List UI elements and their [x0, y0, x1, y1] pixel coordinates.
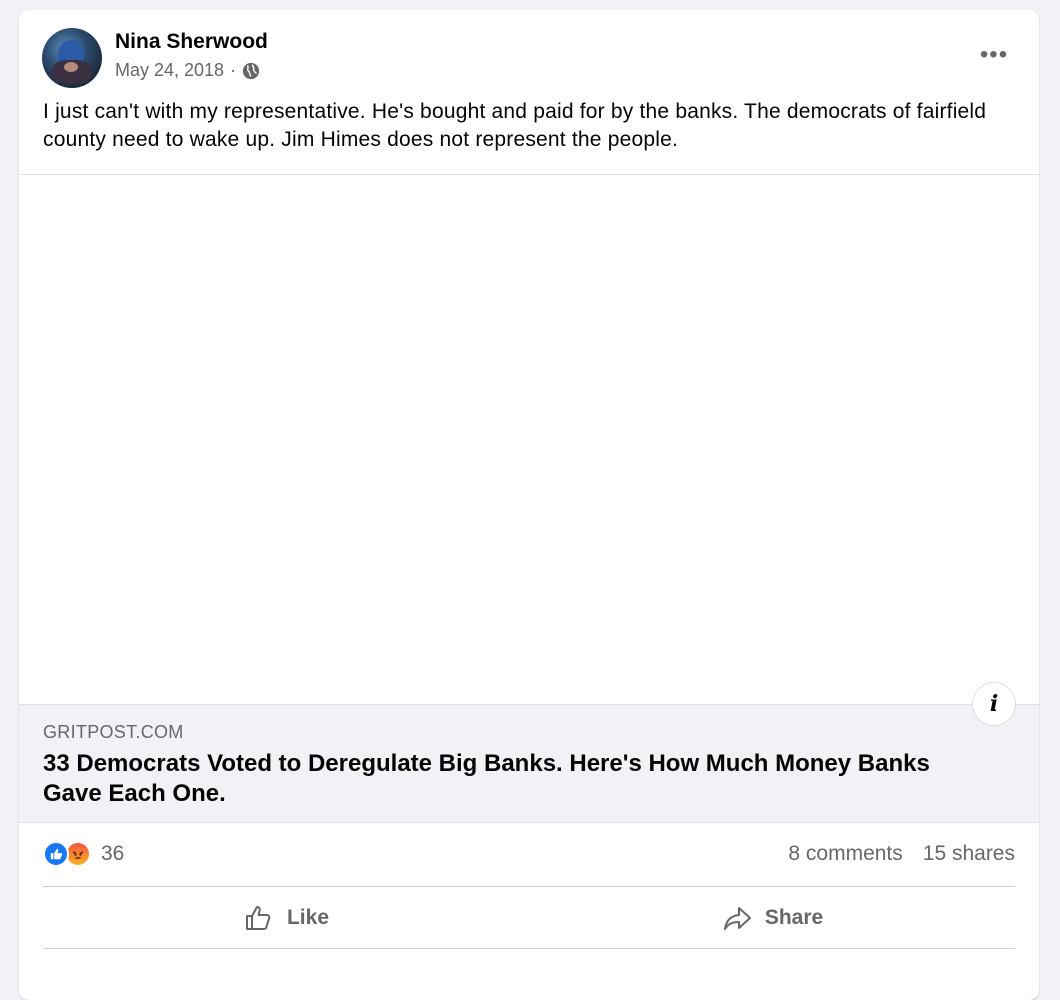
share-label: Share: [764, 906, 824, 929]
globe-icon: [242, 62, 260, 79]
share-button[interactable]: Share: [529, 888, 1015, 948]
shares-count[interactable]: 15 shares: [923, 842, 1015, 866]
info-icon[interactable]: i: [972, 682, 1016, 726]
action-bar: Like Share: [43, 888, 1015, 948]
link-headline[interactable]: 33 Democrats Voted to Deregulate Big Ban…: [43, 749, 963, 809]
link-preview-image[interactable]: [19, 174, 1039, 705]
like-button[interactable]: Like: [43, 888, 529, 948]
post-text: I just can't with my representative. He'…: [43, 100, 987, 151]
post-meta: May 24, 2018 ·: [115, 60, 260, 81]
like-label: Like: [286, 906, 330, 929]
comments-count[interactable]: 8 comments: [788, 842, 902, 866]
stats-divider: [43, 886, 1015, 887]
post-date[interactable]: May 24, 2018: [115, 60, 224, 81]
author-name[interactable]: Nina Sherwood: [115, 30, 268, 54]
like-reaction-icon: [43, 841, 69, 867]
author-avatar[interactable]: [42, 28, 102, 88]
more-options-icon[interactable]: •••: [979, 40, 1009, 70]
thumbs-up-icon: [245, 906, 271, 930]
actions-divider: [43, 948, 1015, 949]
share-arrow-icon: [723, 907, 751, 930]
engagement-counts: 8 comments 15 shares: [788, 842, 1015, 866]
post-card: Nina Sherwood May 24, 2018 · ••• I just …: [19, 10, 1039, 1000]
link-domain: GRITPOST.COM: [43, 722, 184, 742]
post-stats: 36 8 comments 15 shares: [43, 838, 1015, 870]
meta-separator: ·: [230, 60, 237, 80]
reactions-summary[interactable]: 36: [43, 841, 124, 867]
reaction-count: 36: [101, 842, 125, 865]
link-preview[interactable]: GRITPOST.COM 33 Democrats Voted to Dereg…: [19, 704, 1039, 823]
